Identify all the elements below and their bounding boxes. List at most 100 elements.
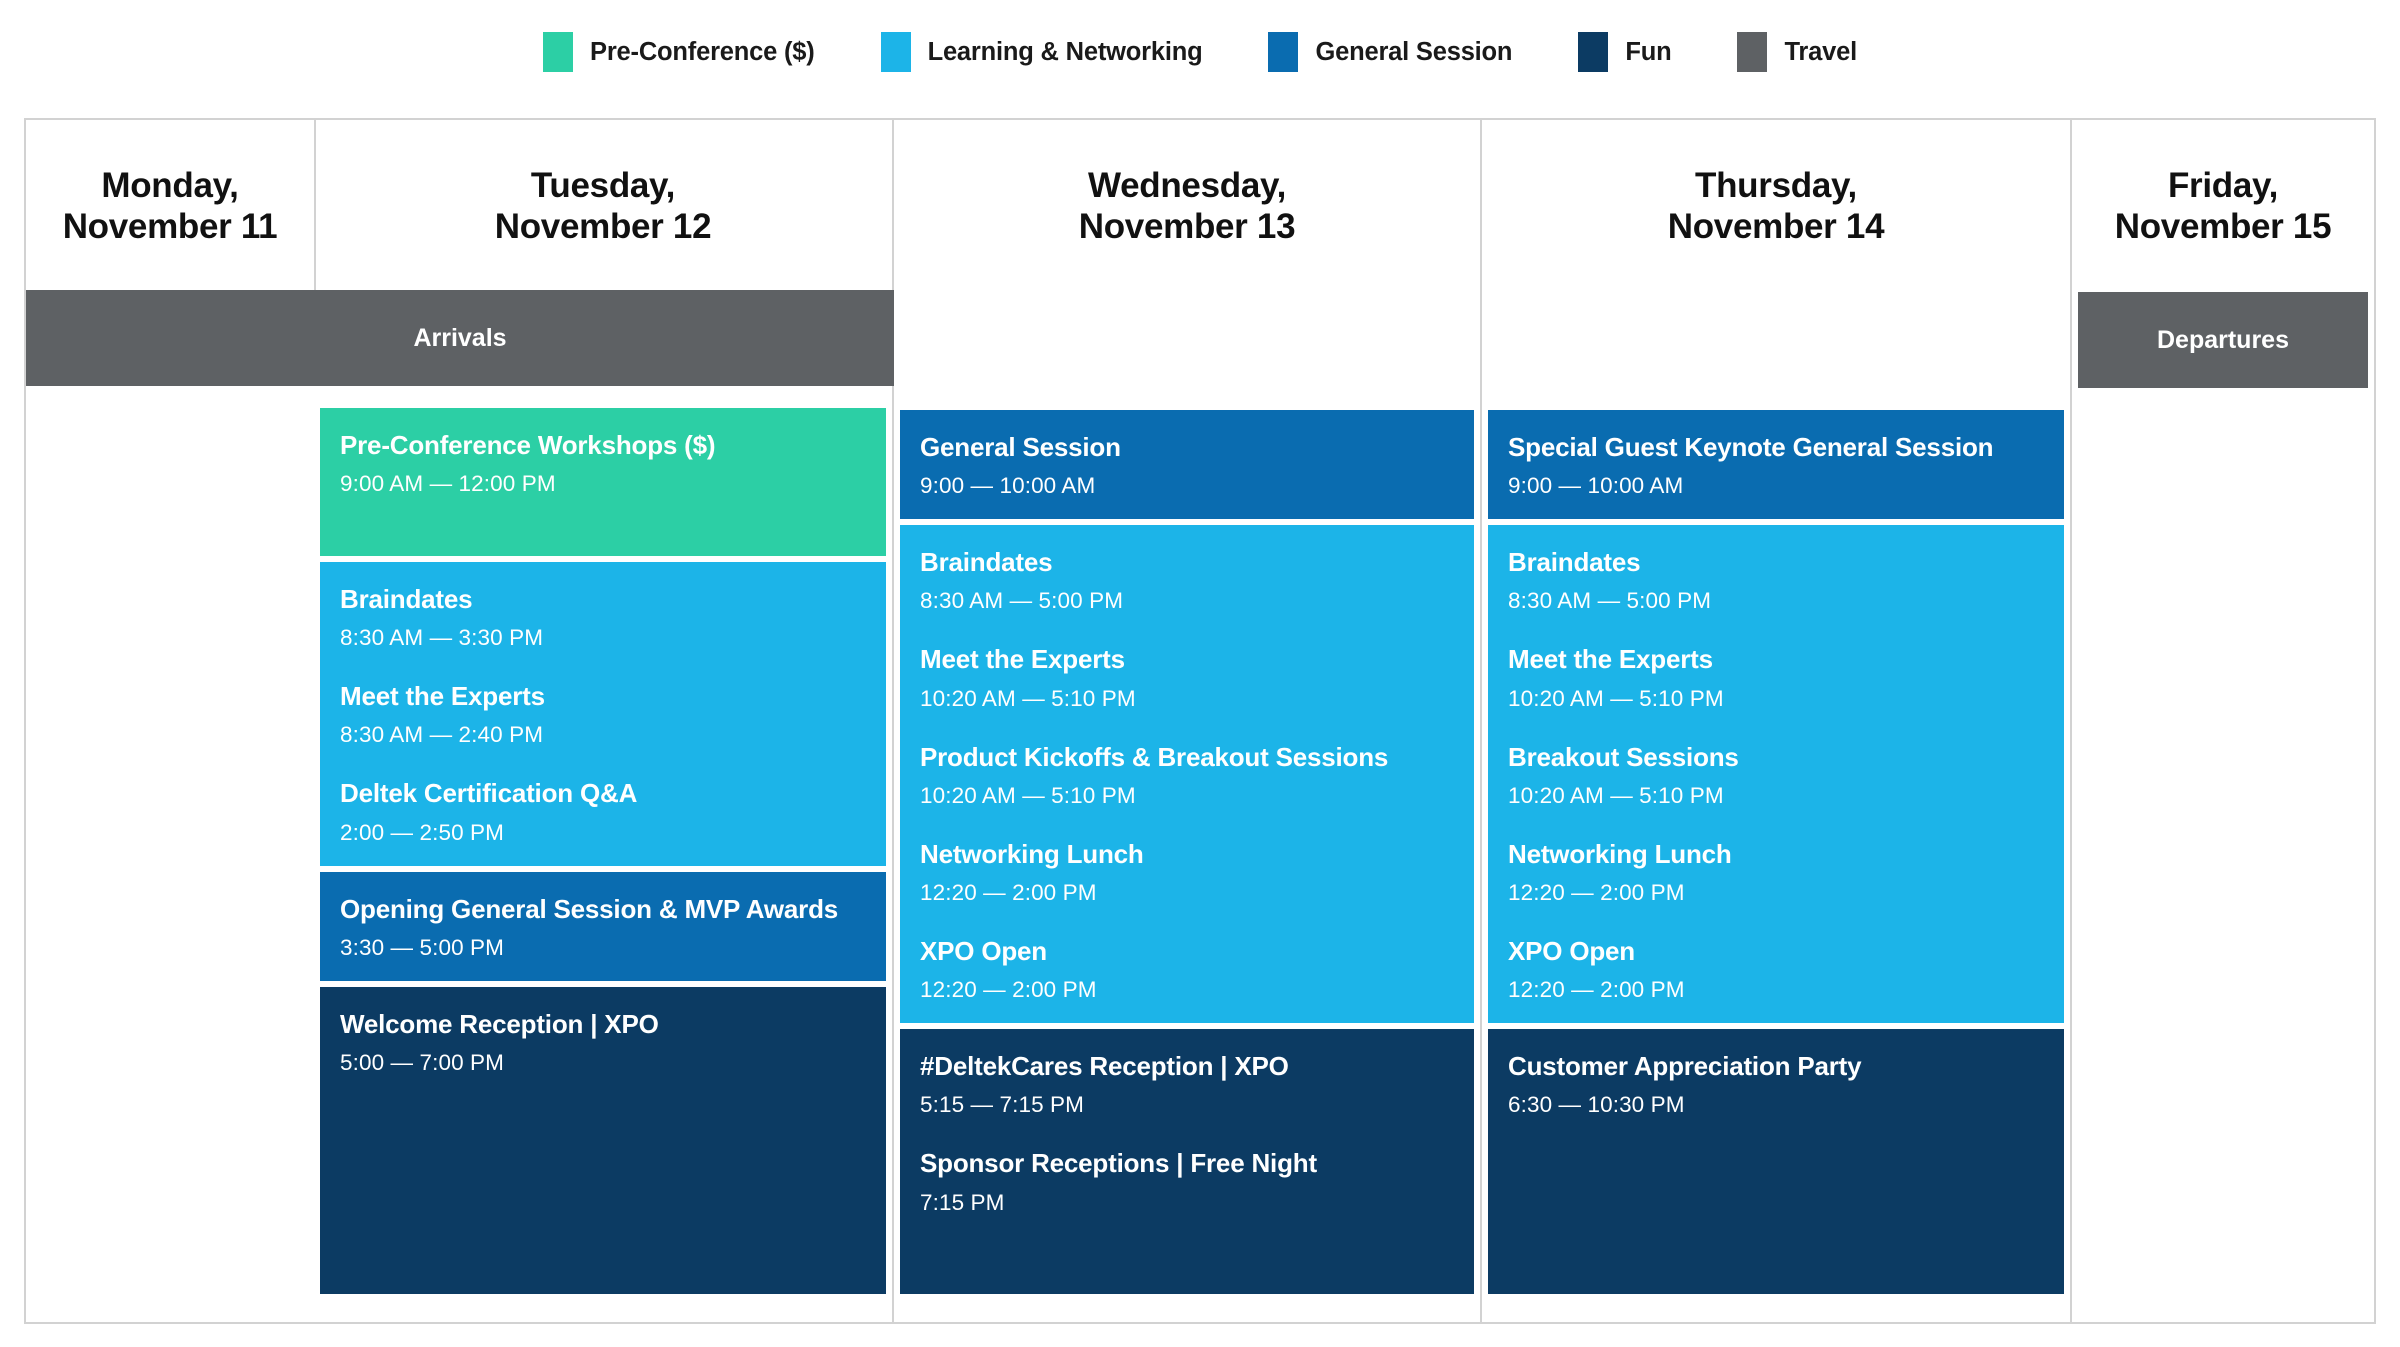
day-column-thursday: Thursday, November 14 Special Guest Keyn… xyxy=(1482,120,2072,1322)
event-time: 8:30 AM — 2:40 PM xyxy=(340,722,544,748)
legend-swatch-travel xyxy=(1737,32,1768,72)
event-card-general-session-wednesday[interactable]: General Session 9:00 — 10:00 AM xyxy=(900,410,1474,520)
legend-label-learning-networking: Learning & Networking xyxy=(927,37,1203,66)
event-card-customer-appreciation-party[interactable]: Customer Appreciation Party 6:30 — 10:30… xyxy=(1488,1029,2064,1294)
day-header-date-tuesday: November 12 xyxy=(494,207,712,246)
travel-block-arrivals[interactable]: Arrivals xyxy=(26,290,894,386)
day-header-date-monday: November 11 xyxy=(62,207,278,246)
legend-item-learning-networking: Learning & Networking xyxy=(880,32,1203,72)
event-time: 12:20 — 2:00 PM xyxy=(1508,879,1685,905)
travel-label-departures: Departures xyxy=(2157,325,2289,354)
event-card-learning-networking-wednesday[interactable]: Braindates 8:30 AM — 5:00 PM Meet the Ex… xyxy=(900,525,1474,1024)
event-item: Meet the Experts 10:20 AM — 5:10 PM xyxy=(920,644,1454,711)
event-title: Opening General Session & MVP Awards xyxy=(340,893,839,924)
event-time: 6:30 — 10:30 PM xyxy=(1508,1092,1685,1118)
event-item: Meet the Experts 8:30 AM — 2:40 PM xyxy=(340,681,866,748)
event-title: Pre-Conference Workshops ($) xyxy=(340,430,716,460)
event-item: Networking Lunch 12:20 — 2:00 PM xyxy=(1508,839,2044,906)
event-card-opening-general-session[interactable]: Opening General Session & MVP Awards 3:3… xyxy=(320,871,886,981)
event-title: Networking Lunch xyxy=(920,838,1144,869)
event-time: 9:00 — 10:00 AM xyxy=(920,473,1096,499)
day-header-weekday-friday: Friday, xyxy=(2167,165,2279,205)
event-item: Opening General Session & MVP Awards 3:3… xyxy=(340,894,866,961)
day-header-thursday: Thursday, November 14 xyxy=(1482,120,2070,292)
event-item: Deltek Certification Q&A 2:00 — 2:50 PM xyxy=(340,778,866,845)
event-time: 8:30 AM — 5:00 PM xyxy=(1508,588,1712,614)
event-time: 2:00 — 2:50 PM xyxy=(340,819,504,845)
day-column-wednesday: Wednesday, November 13 General Session 9… xyxy=(894,120,1482,1322)
day-body-thursday: Special Guest Keynote General Session 9:… xyxy=(1482,292,2070,1322)
event-card-keynote-general-session[interactable]: Special Guest Keynote General Session 9:… xyxy=(1488,410,2064,520)
day-header-wednesday: Wednesday, November 13 xyxy=(894,120,1480,292)
day-header-weekday-monday: Monday, xyxy=(101,165,239,205)
event-title: Braindates xyxy=(1508,547,1641,578)
event-card-pre-conference-workshops[interactable]: Pre-Conference Workshops ($) 9:00 AM — 1… xyxy=(320,408,886,556)
event-title: Networking Lunch xyxy=(1508,838,1732,869)
event-item: Sponsor Receptions | Free Night 7:15 PM xyxy=(920,1148,1454,1215)
event-item: XPO Open 12:20 — 2:00 PM xyxy=(1508,936,2044,1003)
event-title: Product Kickoffs & Breakout Sessions xyxy=(920,741,1389,772)
event-item: Braindates 8:30 AM — 5:00 PM xyxy=(920,547,1454,614)
day-header-friday: Friday, November 15 xyxy=(2072,120,2374,292)
event-item: Meet the Experts 10:20 AM — 5:10 PM xyxy=(1508,644,2044,711)
event-title: Braindates xyxy=(920,547,1053,578)
event-card-fun-wednesday[interactable]: #DeltekCares Reception | XPO 5:15 — 7:15… xyxy=(900,1029,1474,1294)
event-title: General Session xyxy=(920,432,1121,462)
day-header-weekday-tuesday: Tuesday, xyxy=(530,165,676,205)
event-title: Meet the Experts xyxy=(1508,644,1713,675)
event-time: 10:20 AM — 5:10 PM xyxy=(1508,782,1724,808)
event-card-learning-networking-thursday[interactable]: Braindates 8:30 AM — 5:00 PM Meet the Ex… xyxy=(1488,525,2064,1024)
event-time: 8:30 AM — 3:30 PM xyxy=(340,625,544,651)
legend-swatch-fun xyxy=(1578,32,1609,72)
event-time: 8:30 AM — 5:00 PM xyxy=(920,588,1124,614)
event-card-learning-networking-tuesday[interactable]: Braindates 8:30 AM — 3:30 PM Meet the Ex… xyxy=(320,562,886,866)
event-time: 9:00 — 10:00 AM xyxy=(1508,473,1684,499)
legend-swatch-general-session xyxy=(1268,32,1299,72)
event-item: Braindates 8:30 AM — 5:00 PM xyxy=(1508,547,2044,614)
event-time: 12:20 — 2:00 PM xyxy=(920,977,1097,1003)
event-title: #DeltekCares Reception | XPO xyxy=(920,1051,1289,1082)
event-time: 12:20 — 2:00 PM xyxy=(1508,977,1685,1003)
event-card-welcome-reception[interactable]: Welcome Reception | XPO 5:00 — 7:00 PM xyxy=(320,986,886,1294)
legend-item-general-session: General Session xyxy=(1268,32,1513,72)
event-time: 5:00 — 7:00 PM xyxy=(340,1049,504,1075)
day-header-weekday-thursday: Thursday, xyxy=(1695,165,1857,205)
legend-item-travel: Travel xyxy=(1737,32,1857,72)
category-legend: Pre-Conference ($) Learning & Networking… xyxy=(0,0,2400,104)
event-title: Braindates xyxy=(340,584,473,614)
event-item: General Session 9:00 — 10:00 AM xyxy=(920,432,1454,499)
event-title: Breakout Sessions xyxy=(1508,741,1739,772)
event-time: 12:20 — 2:00 PM xyxy=(920,879,1097,905)
event-time: 7:15 PM xyxy=(920,1189,1005,1215)
legend-swatch-pre-conference xyxy=(543,32,574,72)
legend-item-fun: Fun xyxy=(1578,32,1672,72)
legend-label-fun: Fun xyxy=(1625,37,1672,66)
event-item: Customer Appreciation Party 6:30 — 10:30… xyxy=(1508,1051,2044,1118)
event-item: Breakout Sessions 10:20 AM — 5:10 PM xyxy=(1508,742,2044,809)
day-body-tuesday: Pre-Conference Workshops ($) 9:00 AM — 1… xyxy=(314,292,892,1322)
event-title: Sponsor Receptions | Free Night xyxy=(920,1148,1317,1179)
event-title: Meet the Experts xyxy=(340,681,545,712)
event-item: Networking Lunch 12:20 — 2:00 PM xyxy=(920,839,1454,906)
day-header-monday: Monday, November 11 xyxy=(26,120,314,292)
event-title: Welcome Reception | XPO xyxy=(340,1008,659,1039)
travel-block-departures[interactable]: Departures xyxy=(2078,292,2368,388)
event-item: Product Kickoffs & Breakout Sessions 10:… xyxy=(920,742,1454,809)
event-title: Special Guest Keynote General Session xyxy=(1508,432,1994,462)
legend-label-pre-conference: Pre-Conference ($) xyxy=(590,37,815,66)
day-column-friday: Friday, November 15 Departures xyxy=(2072,120,2374,1322)
legend-swatch-learning-networking xyxy=(880,32,911,72)
day-header-weekday-wednesday: Wednesday, xyxy=(1088,165,1286,205)
travel-label-arrivals: Arrivals xyxy=(413,323,507,352)
event-time: 10:20 AM — 5:10 PM xyxy=(1508,685,1724,711)
event-item: Welcome Reception | XPO 5:00 — 7:00 PM xyxy=(340,1009,866,1076)
event-title: XPO Open xyxy=(920,935,1047,966)
event-time: 3:30 — 5:00 PM xyxy=(340,934,504,960)
day-body-wednesday: General Session 9:00 — 10:00 AM Braindat… xyxy=(894,292,1480,1322)
event-time: 10:20 AM — 5:10 PM xyxy=(920,782,1136,808)
event-item: XPO Open 12:20 — 2:00 PM xyxy=(920,936,1454,1003)
day-header-tuesday: Tuesday, November 12 xyxy=(314,120,892,292)
legend-label-general-session: General Session xyxy=(1315,37,1513,66)
event-title: Meet the Experts xyxy=(920,644,1125,675)
event-item: Pre-Conference Workshops ($) 9:00 AM — 1… xyxy=(340,430,866,497)
